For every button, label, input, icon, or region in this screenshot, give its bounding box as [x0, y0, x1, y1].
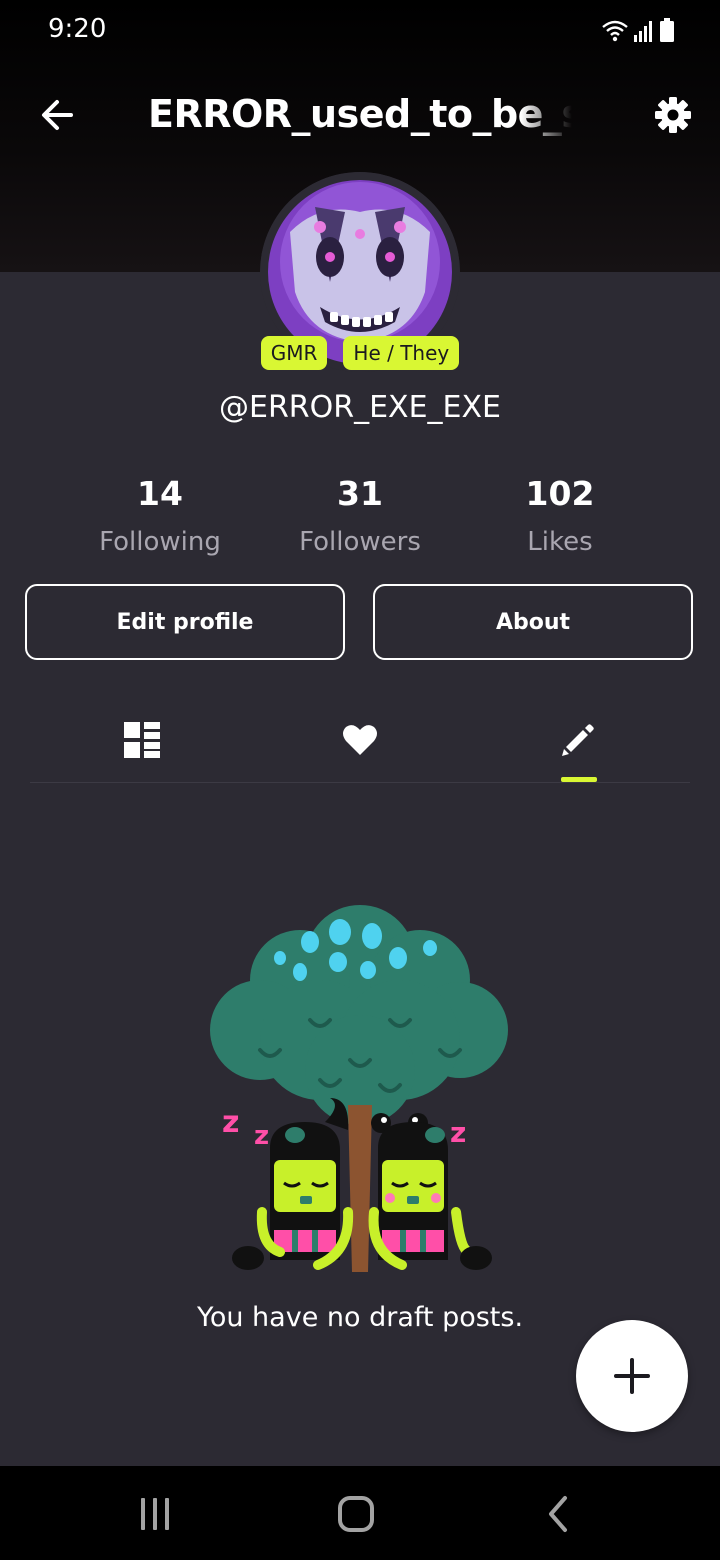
status-icons: [602, 16, 674, 42]
active-tab-indicator: [561, 777, 597, 782]
svg-text:z: z: [222, 1105, 239, 1140]
system-nav-bar: [0, 1466, 720, 1560]
recents-button[interactable]: [125, 1484, 185, 1544]
heart-icon: [343, 725, 377, 755]
gear-icon: [655, 97, 691, 133]
wifi-icon: [602, 20, 628, 42]
tab-posts[interactable]: [82, 700, 202, 780]
create-post-button[interactable]: [576, 1320, 688, 1432]
tab-likes[interactable]: [300, 700, 420, 780]
recents-icon: [141, 1498, 169, 1530]
status-bar: 9:20: [0, 0, 720, 60]
sleeping-characters-illustration: z z z: [210, 905, 508, 1272]
stat-value: 102: [525, 474, 595, 513]
profile-tabs: [30, 700, 690, 783]
edit-profile-button[interactable]: Edit profile: [25, 584, 345, 660]
stat-following[interactable]: 14 Following: [60, 474, 260, 558]
battery-icon: [660, 18, 674, 42]
profile-stats: 14 Following 31 Followers 102 Likes: [60, 474, 660, 558]
back-nav-button[interactable]: [528, 1484, 588, 1544]
plus-icon: [614, 1358, 650, 1394]
svg-text:z: z: [450, 1116, 466, 1149]
stat-label: Following: [99, 527, 221, 557]
empty-state-illustration: z z z: [200, 900, 520, 1280]
page-title: ERROR_used_to_be_san: [148, 92, 572, 136]
status-time: 9:20: [48, 14, 107, 44]
stat-value: 14: [137, 474, 183, 513]
arrow-left-icon: [42, 100, 73, 130]
home-icon: [338, 1496, 374, 1532]
top-bar: ERROR_used_to_be_san: [0, 80, 720, 152]
tab-drafts[interactable]: [518, 700, 638, 780]
profile-badges: GMR He / They: [0, 336, 720, 370]
badge-gmr: GMR: [260, 336, 328, 370]
username: @ERROR_EXE_EXE: [218, 390, 502, 425]
about-button[interactable]: About: [373, 584, 693, 660]
svg-text:z: z: [254, 1121, 269, 1151]
stat-label: Likes: [527, 527, 593, 557]
stat-followers[interactable]: 31 Followers: [260, 474, 460, 558]
signal-icon: [634, 21, 652, 42]
home-button[interactable]: [326, 1484, 386, 1544]
stat-likes: 102 Likes: [460, 474, 660, 558]
back-chevron-icon: [549, 1496, 567, 1532]
badge-pronouns: He / They: [343, 336, 460, 370]
pencil-icon: [562, 724, 594, 756]
settings-button[interactable]: [648, 90, 698, 140]
stat-label: Followers: [299, 527, 421, 557]
stat-value: 31: [337, 474, 383, 513]
back-button[interactable]: [32, 90, 82, 140]
grid-icon: [124, 722, 160, 758]
